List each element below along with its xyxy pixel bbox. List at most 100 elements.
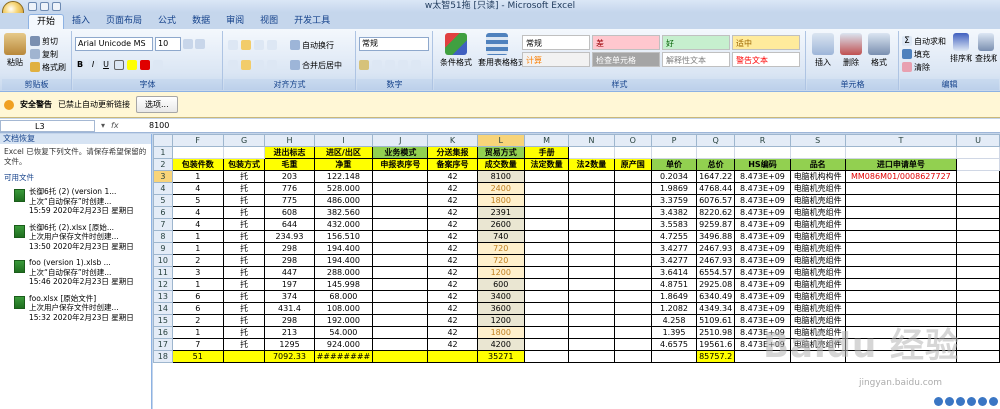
cell[interactable]: 托 xyxy=(222,314,266,327)
cell[interactable]: 42 xyxy=(427,338,478,351)
cell[interactable]: 8.473E+09 xyxy=(734,230,791,243)
cell[interactable]: 电脑机壳组件 xyxy=(789,182,846,195)
cell[interactable] xyxy=(372,278,429,291)
cell[interactable] xyxy=(956,266,1000,279)
cell[interactable] xyxy=(372,242,429,255)
cell[interactable]: 4 xyxy=(171,182,224,195)
cell[interactable]: 5 xyxy=(171,194,224,207)
wrap-text-button[interactable]: 自动换行 xyxy=(290,39,334,51)
cell[interactable] xyxy=(523,302,570,315)
cell[interactable]: 720 xyxy=(476,242,525,255)
cell[interactable] xyxy=(568,302,615,315)
cell[interactable]: 8.473E+09 xyxy=(734,170,791,183)
cell[interactable]: 4.8751 xyxy=(650,278,698,291)
cell[interactable]: 776 xyxy=(264,182,315,195)
cell[interactable]: 成交数量 xyxy=(476,158,525,171)
row-header[interactable]: 1 xyxy=(153,146,173,159)
cell[interactable] xyxy=(523,350,570,363)
cell[interactable] xyxy=(956,278,1000,291)
cell[interactable]: 4200 xyxy=(476,338,525,351)
cell[interactable] xyxy=(427,350,478,363)
cut-button[interactable]: 剪切 xyxy=(30,35,58,47)
increase-decimal-icon[interactable] xyxy=(398,60,408,70)
cell[interactable] xyxy=(568,266,615,279)
cell[interactable] xyxy=(372,266,429,279)
cell[interactable] xyxy=(568,290,615,303)
cell[interactable] xyxy=(844,218,958,231)
cell[interactable]: 电脑机壳组件 xyxy=(789,206,846,219)
cell[interactable]: 298 xyxy=(264,314,315,327)
cell[interactable] xyxy=(523,254,570,267)
cell[interactable]: 托 xyxy=(222,326,266,339)
conditional-format-button[interactable]: 条件格式 xyxy=(438,33,474,68)
cell[interactable]: 4.7255 xyxy=(650,230,698,243)
cell-style-item[interactable]: 检查单元格 xyxy=(592,52,660,67)
cell[interactable]: 电脑机壳组件 xyxy=(789,230,846,243)
cell[interactable] xyxy=(844,242,958,255)
cell[interactable] xyxy=(956,350,1000,363)
cell[interactable]: 644 xyxy=(264,218,315,231)
cell[interactable] xyxy=(844,266,958,279)
cell[interactable]: 720 xyxy=(476,254,525,267)
cell[interactable]: 3.3759 xyxy=(650,194,698,207)
cell[interactable]: 42 xyxy=(427,206,478,219)
cell[interactable] xyxy=(372,290,429,303)
worksheet-grid[interactable]: F G H I J K L M N O P Q R S T U 1 进出标志 进区/出区 业务模式 分送集报 贸易方式 手册… xyxy=(153,134,1000,409)
cell[interactable]: 进出标志 xyxy=(264,146,315,159)
cell[interactable]: 54.000 xyxy=(313,326,374,339)
cell[interactable] xyxy=(956,314,1000,327)
cell[interactable]: 145.998 xyxy=(313,278,374,291)
cell[interactable]: 8100 xyxy=(476,170,525,183)
cell[interactable] xyxy=(613,206,652,219)
cell[interactable] xyxy=(372,206,429,219)
function-icon[interactable]: fx xyxy=(111,121,119,130)
column-header[interactable]: F xyxy=(171,134,224,147)
cell[interactable]: 528.000 xyxy=(313,182,374,195)
align-center-icon[interactable] xyxy=(241,60,251,70)
cell[interactable] xyxy=(844,206,958,219)
cell[interactable] xyxy=(844,302,958,315)
cell[interactable]: 净重 xyxy=(313,158,374,171)
cell[interactable]: 业务模式 xyxy=(372,146,429,159)
cell[interactable]: 8.473E+09 xyxy=(734,194,791,207)
cell[interactable]: 42 xyxy=(427,230,478,243)
bold-icon[interactable]: B xyxy=(75,60,85,70)
comma-icon[interactable] xyxy=(385,60,395,70)
cell[interactable]: 197 xyxy=(264,278,315,291)
cell[interactable]: 托 xyxy=(222,278,266,291)
cell[interactable]: 电脑机壳组件 xyxy=(789,278,846,291)
cell[interactable]: HS编码 xyxy=(734,158,791,171)
cell[interactable] xyxy=(613,266,652,279)
align-left-icon[interactable] xyxy=(228,60,238,70)
cell[interactable] xyxy=(844,182,958,195)
cell[interactable] xyxy=(956,158,1000,171)
row-header[interactable]: 16 xyxy=(153,326,173,339)
cell[interactable]: 775 xyxy=(264,194,315,207)
cell[interactable]: 298 xyxy=(264,254,315,267)
cell[interactable] xyxy=(568,278,615,291)
row-header[interactable]: 11 xyxy=(153,266,173,279)
cell[interactable]: 213 xyxy=(264,326,315,339)
cell[interactable] xyxy=(956,194,1000,207)
cell[interactable]: 608 xyxy=(264,206,315,219)
cell[interactable]: 1.2082 xyxy=(650,302,698,315)
cell[interactable]: 600 xyxy=(476,278,525,291)
row-header[interactable]: 17 xyxy=(153,338,173,351)
cell[interactable]: 品名 xyxy=(789,158,846,171)
cell[interactable]: 298 xyxy=(264,242,315,255)
cell[interactable] xyxy=(568,218,615,231)
cell[interactable]: 电脑机壳组件 xyxy=(789,242,846,255)
cell[interactable]: 1800 xyxy=(476,194,525,207)
column-header[interactable]: M xyxy=(523,134,570,147)
cell[interactable]: 6076.57 xyxy=(696,194,736,207)
cell[interactable]: 4 xyxy=(171,206,224,219)
cell[interactable]: 4.258 xyxy=(650,314,698,327)
cell[interactable]: 0.2034 xyxy=(650,170,698,183)
cell[interactable] xyxy=(844,254,958,267)
cell[interactable]: 托 xyxy=(222,254,266,267)
cell[interactable] xyxy=(613,146,652,159)
cell[interactable]: 1 xyxy=(171,326,224,339)
cell[interactable]: 进口申请单号 xyxy=(844,158,958,171)
cell[interactable]: 8.473E+09 xyxy=(734,218,791,231)
cell[interactable]: 6554.57 xyxy=(696,266,736,279)
